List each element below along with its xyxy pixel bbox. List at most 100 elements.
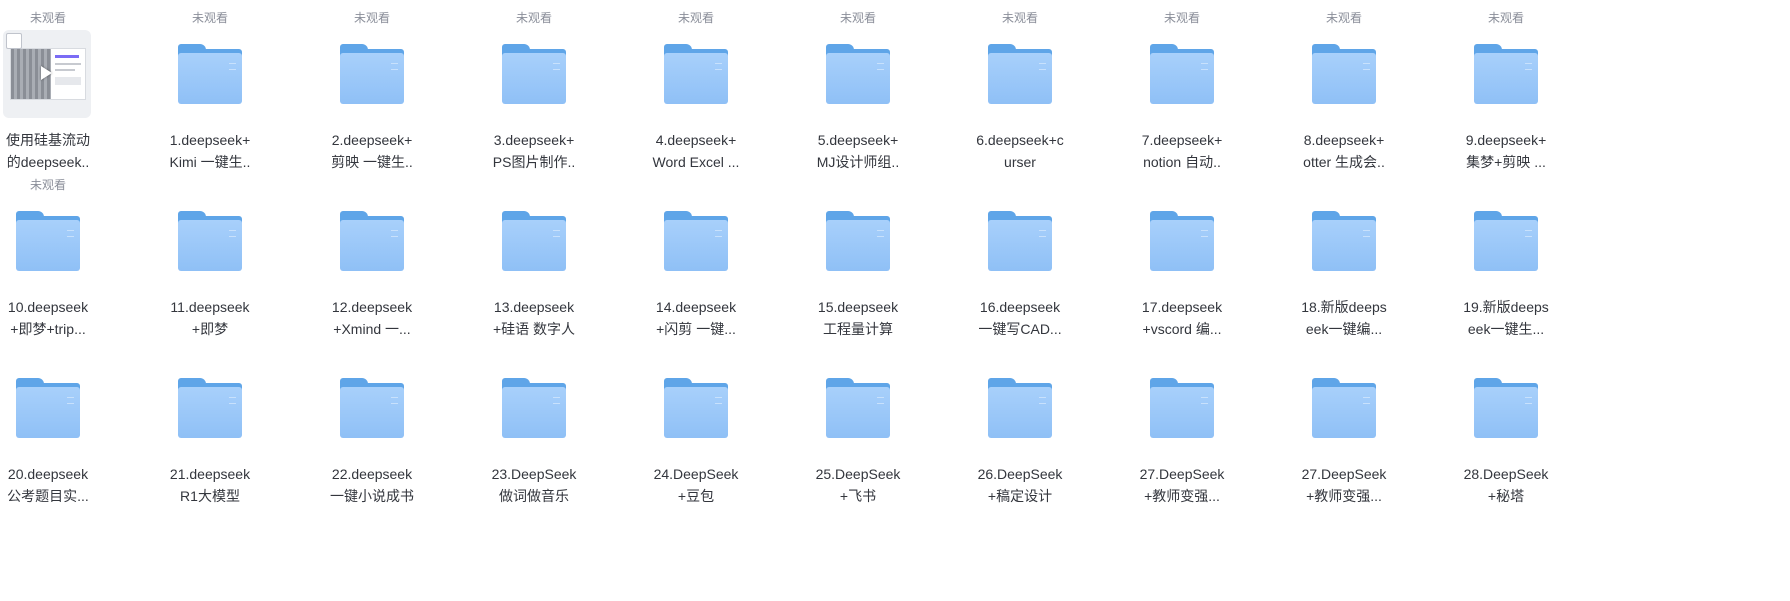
item-name[interactable]: 27.DeepSeek +教师变强... <box>1101 463 1263 507</box>
folder-thumbnail[interactable] <box>165 30 255 120</box>
item-name[interactable]: 26.DeepSeek +稿定设计 <box>939 463 1101 507</box>
item-name[interactable]: 27.DeepSeek +教师变强... <box>1263 463 1425 507</box>
file-grid: 未观看 使用硅基流动 的deepseek.. 未观看 1.deepseek+ Kimi 一… <box>0 0 1790 601</box>
folder-thumbnail[interactable] <box>975 30 1065 120</box>
folder-thumbnail[interactable] <box>165 364 255 454</box>
item-name[interactable]: 24.DeepSeek +豆包 <box>615 463 777 507</box>
item-name[interactable]: 12.deepseek +Xmind 一... <box>291 296 453 340</box>
folder-thumbnail[interactable] <box>1461 197 1551 287</box>
folder-thumbnail[interactable] <box>651 30 741 120</box>
folder-thumbnail[interactable] <box>1137 197 1227 287</box>
folder-item[interactable]: 19.新版deeps eek一键生... <box>1425 177 1587 342</box>
item-name[interactable]: 4.deepseek+ Word Excel ... <box>615 129 777 173</box>
folder-item[interactable]: 未观看 1.deepseek+ Kimi 一键生.. <box>129 10 291 175</box>
folder-thumbnail[interactable] <box>1299 364 1389 454</box>
folder-thumbnail[interactable] <box>489 364 579 454</box>
folder-thumbnail[interactable] <box>651 364 741 454</box>
folder-item[interactable]: 未观看 6.deepseek+c urser <box>939 10 1101 175</box>
folder-item[interactable]: 未观看 2.deepseek+ 剪映 一键生.. <box>291 10 453 175</box>
folder-thumbnail[interactable] <box>327 30 417 120</box>
folder-item[interactable]: 未观看 5.deepseek+ MJ设计师组.. <box>777 10 939 175</box>
folder-item[interactable]: 未观看 8.deepseek+ otter 生成会.. <box>1263 10 1425 175</box>
item-name[interactable]: 7.deepseek+ notion 自动.. <box>1101 129 1263 173</box>
folder-item[interactable]: 21.deepseek R1大模型 <box>129 344 291 509</box>
folder-item[interactable]: 11.deepseek +即梦 <box>129 177 291 342</box>
folder-item[interactable]: 20.deepseek 公考题目实... <box>0 344 129 509</box>
folder-thumbnail[interactable] <box>975 364 1065 454</box>
folder-item[interactable]: 15.deepseek 工程量计算 <box>777 177 939 342</box>
item-name[interactable]: 6.deepseek+c urser <box>939 129 1101 173</box>
folder-icon <box>16 211 80 271</box>
folder-item[interactable]: 12.deepseek +Xmind 一... <box>291 177 453 342</box>
item-name[interactable]: 22.deepseek 一键小说成书 <box>291 463 453 507</box>
item-name[interactable]: 18.新版deeps eek一键编... <box>1263 296 1425 340</box>
item-name[interactable]: 9.deepseek+ 集梦+剪映 ... <box>1425 129 1587 173</box>
item-name-line2: 一键写CAD... <box>978 321 1062 337</box>
folder-thumbnail[interactable] <box>165 197 255 287</box>
folder-item[interactable]: 未观看 9.deepseek+ 集梦+剪映 ... <box>1425 10 1587 175</box>
item-name[interactable]: 16.deepseek 一键写CAD... <box>939 296 1101 340</box>
folder-item[interactable]: 17.deepseek +vscord 编... <box>1101 177 1263 342</box>
video-preview[interactable] <box>3 30 91 118</box>
folder-thumbnail[interactable] <box>1461 364 1551 454</box>
item-name[interactable]: 19.新版deeps eek一键生... <box>1425 296 1587 340</box>
item-name-line1: 5.deepseek+ <box>817 132 899 148</box>
folder-item[interactable]: 26.DeepSeek +稿定设计 <box>939 344 1101 509</box>
folder-thumbnail[interactable] <box>1461 30 1551 120</box>
folder-thumbnail[interactable] <box>327 364 417 454</box>
folder-thumbnail[interactable] <box>1299 30 1389 120</box>
folder-thumbnail[interactable] <box>813 197 903 287</box>
folder-thumbnail[interactable] <box>813 364 903 454</box>
folder-item[interactable]: 28.DeepSeek +秘塔 <box>1425 344 1587 509</box>
folder-item[interactable]: 未观看 7.deepseek+ notion 自动.. <box>1101 10 1263 175</box>
folder-thumbnail[interactable] <box>813 30 903 120</box>
folder-thumbnail[interactable] <box>327 197 417 287</box>
folder-thumbnail[interactable] <box>1137 30 1227 120</box>
item-name[interactable]: 28.DeepSeek +秘塔 <box>1425 463 1587 507</box>
folder-item[interactable]: 23.DeepSeek 做词做音乐 <box>453 344 615 509</box>
folder-thumbnail[interactable] <box>489 197 579 287</box>
folder-thumbnail[interactable] <box>3 197 93 287</box>
folder-thumbnail[interactable] <box>975 197 1065 287</box>
folder-item[interactable]: 27.DeepSeek +教师变强... <box>1263 344 1425 509</box>
folder-item[interactable]: 未观看 3.deepseek+ PS图片制作.. <box>453 10 615 175</box>
item-name[interactable]: 1.deepseek+ Kimi 一键生.. <box>129 129 291 173</box>
item-name[interactable]: 2.deepseek+ 剪映 一键生.. <box>291 129 453 173</box>
item-name[interactable]: 8.deepseek+ otter 生成会.. <box>1263 129 1425 173</box>
item-name[interactable]: 3.deepseek+ PS图片制作.. <box>453 129 615 173</box>
item-name-line1: 9.deepseek+ <box>1465 132 1547 148</box>
item-name[interactable]: 13.deepseek +硅语 数字人 <box>453 296 615 340</box>
folder-thumbnail[interactable] <box>651 197 741 287</box>
item-name[interactable]: 使用硅基流动 的deepseek.. <box>0 129 129 173</box>
item-name[interactable]: 20.deepseek 公考题目实... <box>0 463 129 507</box>
folder-icon <box>1312 44 1376 104</box>
folder-item[interactable]: 25.DeepSeek +飞书 <box>777 344 939 509</box>
item-name[interactable]: 10.deepseek +即梦+trip... <box>0 296 129 340</box>
folder-thumbnail[interactable] <box>1299 197 1389 287</box>
folder-item[interactable]: 14.deepseek +闪剪 一键... <box>615 177 777 342</box>
item-name[interactable]: 17.deepseek +vscord 编... <box>1101 296 1263 340</box>
folder-item[interactable]: 27.DeepSeek +教师变强... <box>1101 344 1263 509</box>
video-thumbnail[interactable] <box>3 30 93 120</box>
folder-item[interactable]: 16.deepseek 一键写CAD... <box>939 177 1101 342</box>
item-name[interactable]: 23.DeepSeek 做词做音乐 <box>453 463 615 507</box>
folder-item[interactable]: 24.DeepSeek +豆包 <box>615 344 777 509</box>
item-name[interactable]: 25.DeepSeek +飞书 <box>777 463 939 507</box>
folder-thumbnail[interactable] <box>3 364 93 454</box>
folder-item[interactable]: 未观看 10.deepseek +即梦+trip... <box>0 177 129 342</box>
select-checkbox[interactable] <box>6 33 22 49</box>
item-name-line2: 的deepseek.. <box>6 154 90 170</box>
video-file-item[interactable]: 未观看 使用硅基流动 的deepseek.. <box>0 10 129 175</box>
folder-item[interactable]: 13.deepseek +硅语 数字人 <box>453 177 615 342</box>
folder-item[interactable]: 18.新版deeps eek一键编... <box>1263 177 1425 342</box>
unwatched-badge: 未观看 <box>353 11 390 25</box>
item-name[interactable]: 21.deepseek R1大模型 <box>129 463 291 507</box>
folder-item[interactable]: 22.deepseek 一键小说成书 <box>291 344 453 509</box>
item-name[interactable]: 14.deepseek +闪剪 一键... <box>615 296 777 340</box>
item-name[interactable]: 11.deepseek +即梦 <box>129 296 291 340</box>
folder-thumbnail[interactable] <box>1137 364 1227 454</box>
item-name[interactable]: 15.deepseek 工程量计算 <box>777 296 939 340</box>
folder-item[interactable]: 未观看 4.deepseek+ Word Excel ... <box>615 10 777 175</box>
item-name[interactable]: 5.deepseek+ MJ设计师组.. <box>777 129 939 173</box>
folder-thumbnail[interactable] <box>489 30 579 120</box>
